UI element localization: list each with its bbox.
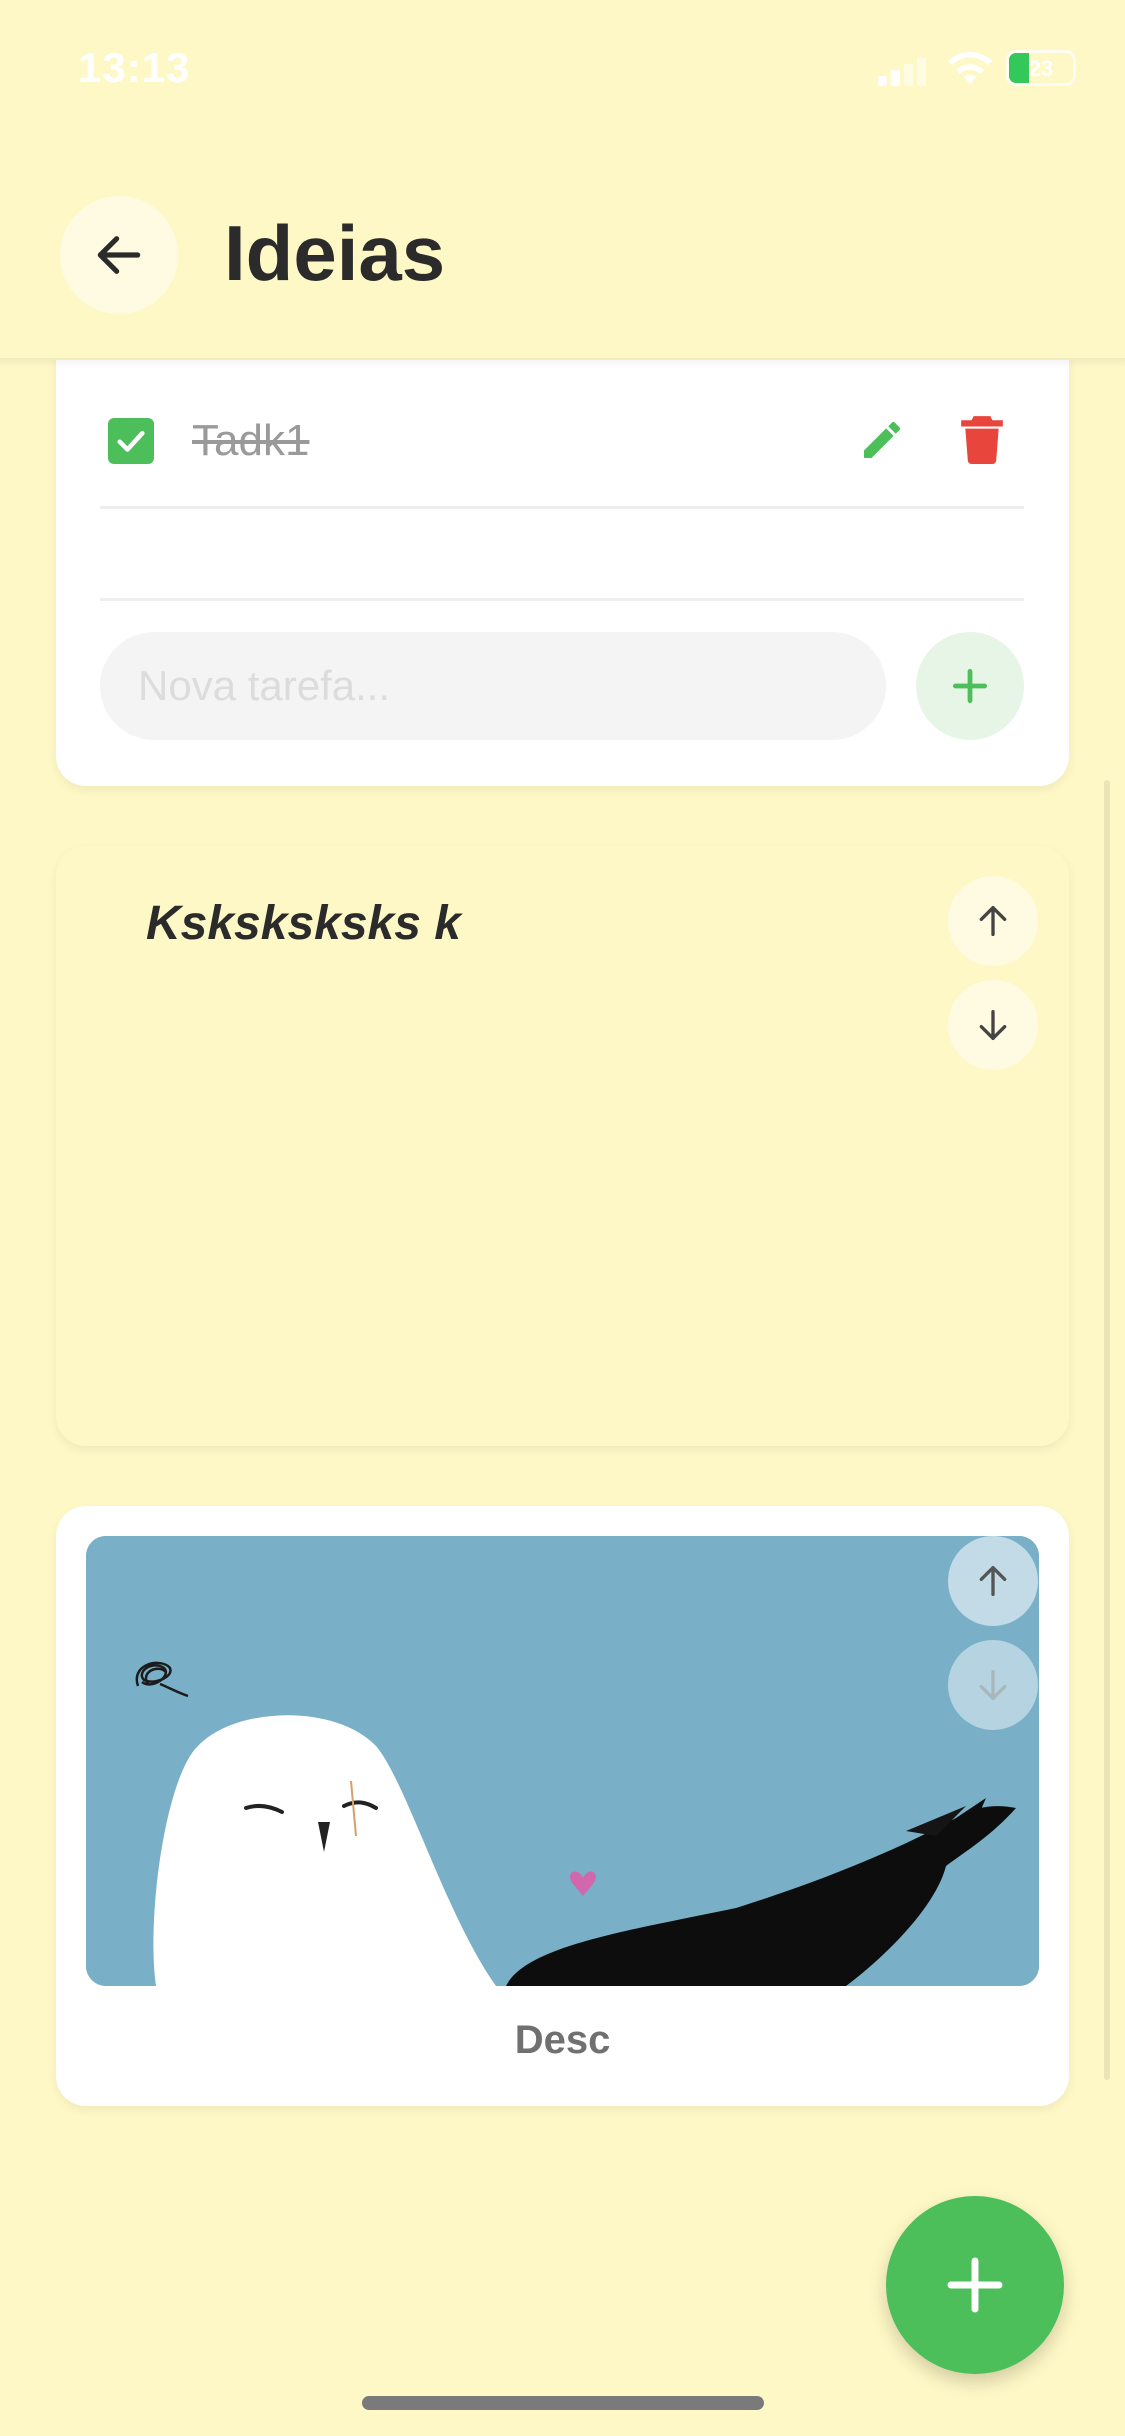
header-shadow bbox=[0, 358, 1125, 368]
card-image bbox=[86, 1536, 1039, 1986]
checkmark-icon bbox=[117, 430, 145, 452]
plus-icon bbox=[952, 668, 988, 704]
move-up-button[interactable] bbox=[948, 876, 1038, 966]
move-up-button[interactable] bbox=[948, 1536, 1038, 1626]
trash-icon[interactable] bbox=[960, 414, 1004, 464]
cellular-signal-icon bbox=[878, 56, 928, 86]
status-time: 13:13 bbox=[78, 44, 191, 91]
task-label: Tadk1 bbox=[192, 416, 310, 465]
home-indicator[interactable] bbox=[362, 2396, 764, 2410]
scrollbar[interactable] bbox=[1104, 780, 1110, 2080]
page-title: Ideias bbox=[224, 209, 446, 297]
divider bbox=[100, 506, 1024, 509]
arrow-left-icon bbox=[97, 236, 141, 274]
back-button[interactable] bbox=[60, 196, 178, 314]
owl-and-crow-illustration bbox=[86, 1536, 1039, 1986]
move-down-button[interactable] bbox=[948, 980, 1038, 1070]
battery-level: 23 bbox=[1028, 56, 1054, 81]
image-caption: Desc bbox=[514, 2018, 611, 2062]
arrow-up-icon bbox=[979, 906, 1007, 936]
plus-icon bbox=[947, 2257, 1003, 2313]
arrow-up-icon bbox=[979, 1566, 1007, 1596]
divider bbox=[100, 598, 1024, 601]
wifi-icon bbox=[948, 51, 992, 84]
move-down-button[interactable] bbox=[948, 1640, 1038, 1730]
arrow-down-icon bbox=[979, 1670, 1007, 1700]
arrow-down-icon bbox=[979, 1010, 1007, 1040]
note-title: Ksksksksks k bbox=[146, 897, 461, 950]
pencil-icon[interactable] bbox=[858, 416, 906, 464]
new-task-input[interactable] bbox=[100, 632, 886, 740]
task-checkbox[interactable] bbox=[108, 418, 154, 464]
add-note-button[interactable] bbox=[886, 2196, 1064, 2374]
add-task-button[interactable] bbox=[916, 632, 1024, 740]
battery-icon: 23 bbox=[1006, 50, 1076, 86]
